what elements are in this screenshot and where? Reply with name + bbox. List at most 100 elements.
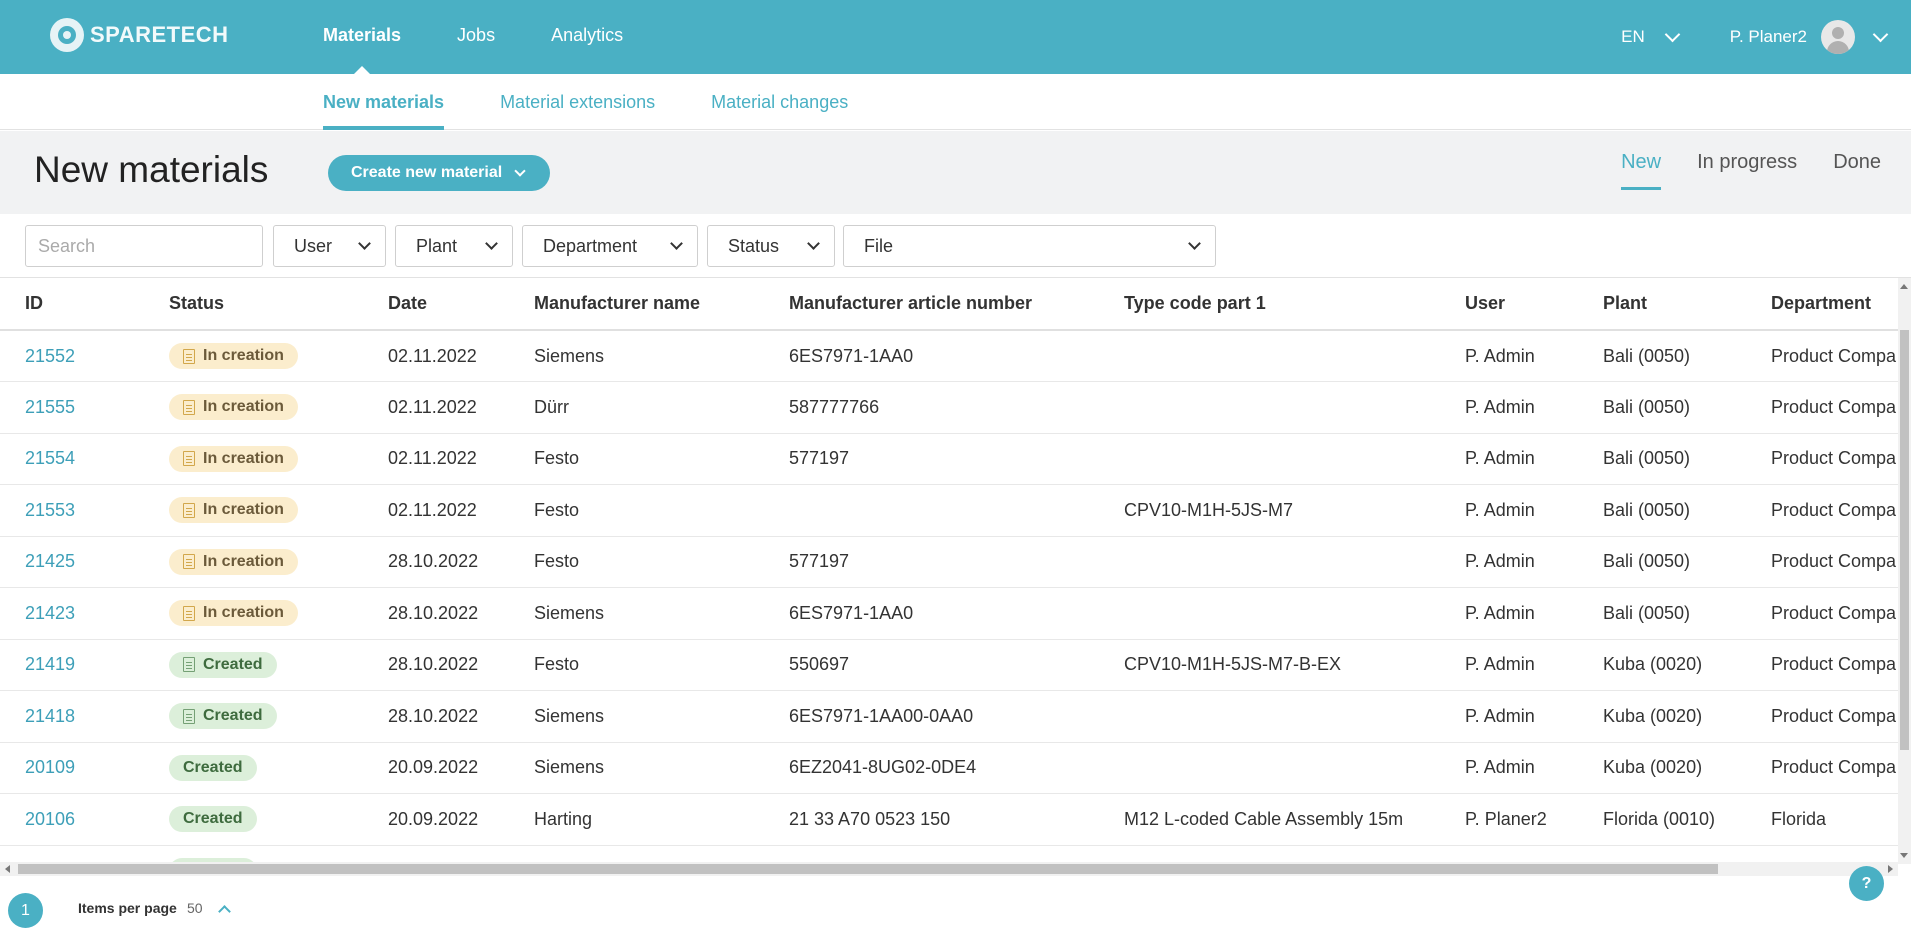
file-filter[interactable]: File <box>843 225 1216 267</box>
status-tab-new[interactable]: New <box>1621 151 1662 190</box>
column-header-user[interactable]: User <box>1465 278 1603 331</box>
tab-material-extensions[interactable]: Material extensions <box>500 74 655 130</box>
manufacturer-cell: Festo <box>534 433 789 485</box>
create-new-material-button[interactable]: Create new material <box>328 155 551 191</box>
material-id-link[interactable]: 21553 <box>0 484 169 537</box>
material-id-link[interactable]: 20106 <box>0 793 169 846</box>
nav-analytics-label: Analytics <box>551 25 624 45</box>
column-header-manufacturer[interactable]: Manufacturer name <box>534 278 789 331</box>
column-header-date[interactable]: Date <box>388 278 534 331</box>
avatar-icon <box>1821 20 1855 54</box>
materials-table: ID Status Date Manufacturer name Manufac… <box>0 278 1898 864</box>
table-row[interactable]: 20106 Created 20.09.2022 Harting 21 33 A70 0… <box>0 793 1898 846</box>
horizontal-scroll-thumb[interactable] <box>18 864 1718 874</box>
plant-cell: Bali (0050) <box>1603 381 1771 434</box>
status-badge: In creation <box>169 445 298 472</box>
article-number-cell: 577197 <box>789 433 1124 485</box>
scroll-right-icon[interactable] <box>1888 865 1893 873</box>
brand-logo[interactable]: SPARETECH <box>50 18 229 52</box>
tab-new-materials[interactable]: New materials <box>323 74 445 130</box>
vertical-scroll-thumb[interactable] <box>1900 330 1909 750</box>
column-header-type-code[interactable]: Type code part 1 <box>1124 278 1465 331</box>
nav-analytics[interactable]: Analytics <box>551 0 623 74</box>
horizontal-scrollbar[interactable] <box>0 862 1898 876</box>
table-header-row: ID Status Date Manufacturer name Manufac… <box>0 278 1898 331</box>
chevron-up-icon[interactable] <box>218 905 231 918</box>
material-id-link[interactable]: 21554 <box>0 433 169 485</box>
user-cell: P. Admin <box>1465 742 1603 794</box>
status-cell: In creation <box>169 433 388 485</box>
table-row[interactable]: 21552 In creation 02.11.2022 Siemens 6ES7971… <box>0 330 1898 382</box>
tab-material-changes[interactable]: Material changes <box>711 74 848 130</box>
status-cell: In creation <box>169 381 388 434</box>
material-id-link[interactable]: 21555 <box>0 381 169 434</box>
vertical-scrollbar[interactable] <box>1898 278 1911 864</box>
status-tab-in-progress[interactable]: In progress <box>1697 151 1797 190</box>
material-id-link[interactable]: 21418 <box>0 690 169 743</box>
department-cell: Product Compa <box>1771 536 1898 588</box>
table-row[interactable]: 21425 In creation 28.10.2022 Festo 577197 P. … <box>0 536 1898 588</box>
table-row[interactable]: 21418 Created 28.10.2022 Siemens 6ES7971-1AA… <box>0 690 1898 743</box>
material-id-link[interactable]: 20109 <box>0 742 169 794</box>
status-cell: In creation <box>169 587 388 640</box>
manufacturer-cell: Siemens <box>534 742 789 794</box>
status-filter-label: Status <box>728 235 780 256</box>
table-row[interactable]: 21419 Created 28.10.2022 Festo 550697 CPV10-M… <box>0 639 1898 691</box>
main-nav: Materials Jobs Analytics <box>323 0 679 74</box>
nav-jobs-label: Jobs <box>457 25 496 45</box>
plant-cell: Kuba (0020) <box>1603 690 1771 743</box>
scroll-up-icon[interactable] <box>1900 284 1908 289</box>
article-number-cell: 6ES7971-1AA0 <box>789 587 1124 640</box>
chevron-down-icon <box>514 164 526 177</box>
language-selector[interactable]: EN <box>1621 26 1681 47</box>
column-header-id[interactable]: ID <box>0 278 169 331</box>
page-button[interactable]: 1 <box>8 893 43 928</box>
status-badge: Created <box>169 651 277 678</box>
column-header-status[interactable]: Status <box>169 278 388 331</box>
nav-jobs[interactable]: Jobs <box>457 0 495 74</box>
type-code-cell <box>1124 433 1465 485</box>
status-cell: In creation <box>169 484 388 537</box>
manufacturer-cell: Festo <box>534 484 789 537</box>
user-cell: P. Admin <box>1465 433 1603 485</box>
scroll-down-icon[interactable] <box>1900 853 1908 858</box>
status-cell: In creation <box>169 330 388 382</box>
status-cell: Created <box>169 742 388 794</box>
department-filter[interactable]: Department <box>522 225 698 267</box>
manufacturer-cell: Dürr <box>534 381 789 434</box>
brand-name: SPARETECH <box>90 22 229 47</box>
column-header-department[interactable]: Department <box>1771 278 1898 331</box>
nav-materials[interactable]: Materials <box>323 0 401 74</box>
search-input[interactable] <box>25 225 263 267</box>
items-per-page-value[interactable]: 50 <box>187 900 203 916</box>
scroll-left-icon[interactable] <box>5 865 10 873</box>
date-cell: 02.11.2022 <box>388 381 534 434</box>
user-menu[interactable]: P. Planer2 <box>1730 20 1889 54</box>
material-id-link[interactable]: 21423 <box>0 587 169 640</box>
plant-filter[interactable]: Plant <box>395 225 513 267</box>
items-per-page-label: Items per page <box>78 900 177 916</box>
status-tab-done[interactable]: Done <box>1833 151 1881 190</box>
plant-cell: Bali (0050) <box>1603 433 1771 485</box>
plant-cell: Florida (0010) <box>1603 793 1771 846</box>
plant-cell: Bali (0050) <box>1603 587 1771 640</box>
table-row[interactable]: 21555 In creation 02.11.2022 Dürr 587777766 P… <box>0 381 1898 434</box>
user-filter[interactable]: User <box>273 225 386 267</box>
table-row[interactable]: 21554 In creation 02.11.2022 Festo 577197 P. … <box>0 433 1898 485</box>
material-id-link[interactable]: 21419 <box>0 639 169 691</box>
status-badge-label: Created <box>203 707 263 725</box>
table-row[interactable]: 21423 In creation 28.10.2022 Siemens 6ES7971… <box>0 587 1898 640</box>
chevron-down-icon <box>485 237 498 250</box>
column-header-plant[interactable]: Plant <box>1603 278 1771 331</box>
material-id-link[interactable]: 21552 <box>0 330 169 382</box>
department-filter-label: Department <box>543 235 638 256</box>
status-filter[interactable]: Status <box>707 225 835 267</box>
material-id-link[interactable]: 21425 <box>0 536 169 588</box>
chevron-down-icon <box>1664 26 1681 42</box>
table-row[interactable]: 20109 Created 20.09.2022 Siemens 6EZ2041-8UG… <box>0 742 1898 794</box>
chevron-down-icon <box>1872 26 1889 42</box>
create-button-label: Create new material <box>351 164 503 181</box>
help-button[interactable]: ? <box>1849 866 1884 901</box>
column-header-article-number[interactable]: Manufacturer article number <box>789 278 1124 331</box>
table-row[interactable]: 21553 In creation 02.11.2022 Festo CPV10-M1H… <box>0 484 1898 537</box>
